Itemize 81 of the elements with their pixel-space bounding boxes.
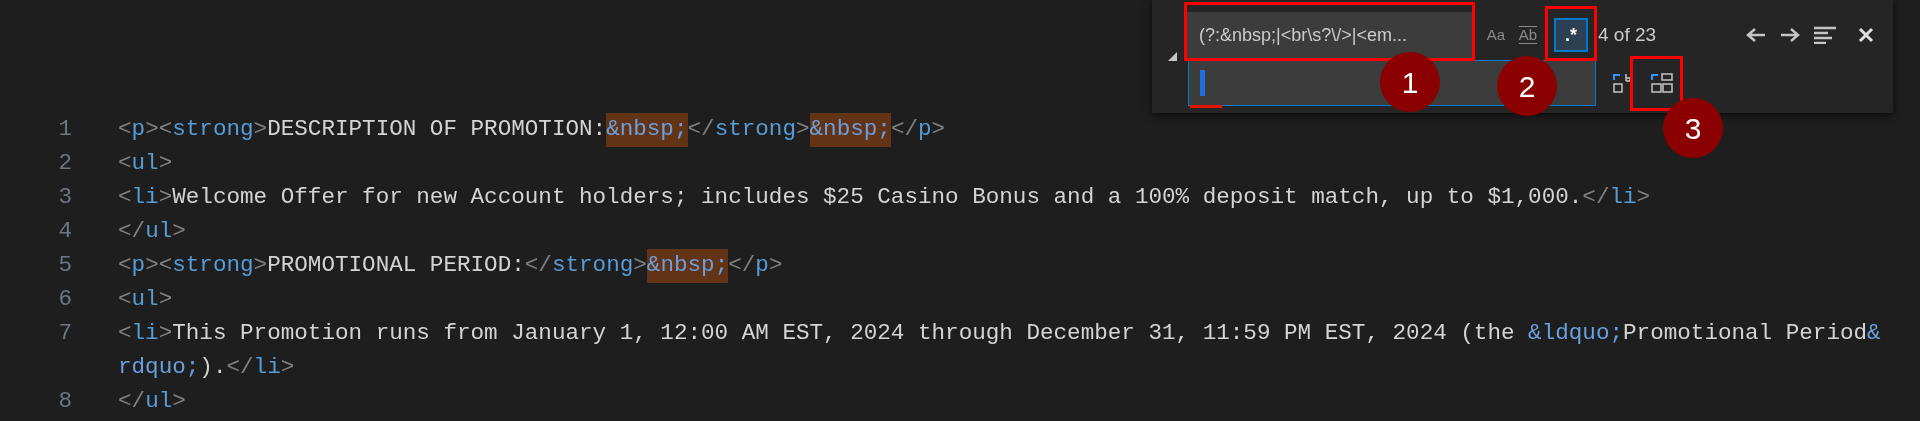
tag-bracket: </ — [1582, 183, 1610, 213]
line-number: 6 — [57, 285, 72, 315]
html-entity: rdquo; — [118, 353, 200, 383]
tag-bracket: > — [796, 115, 810, 145]
whole-word-toggle[interactable]: Ab — [1514, 22, 1542, 48]
result-count: 4 of 23 — [1598, 22, 1657, 47]
underline-mark — [1190, 105, 1222, 108]
code-text: ). — [199, 353, 227, 383]
line-number: 5 — [57, 251, 72, 281]
tag-name: ul — [145, 217, 173, 247]
tag-name: p — [131, 115, 146, 145]
tag-name: li — [131, 183, 159, 213]
tag-name: strong — [714, 115, 796, 145]
tag-name: p — [755, 251, 769, 281]
arrow-right-icon[interactable] — [1780, 27, 1801, 43]
tag-bracket: > — [158, 183, 173, 213]
tag-name: strong — [551, 251, 634, 281]
tag-bracket: </ — [118, 387, 146, 417]
tag-name: p — [131, 251, 146, 281]
tag-name: ul — [145, 387, 173, 417]
tag-name: strong — [172, 251, 254, 281]
code-text: PROMOTIONAL PERIOD: — [267, 251, 525, 281]
tag-bracket: > — [280, 353, 295, 383]
tag-bracket: > — [158, 319, 173, 349]
highlight-frame — [1545, 6, 1597, 61]
tag-name: li — [131, 319, 159, 349]
tag-bracket: < — [118, 285, 132, 315]
html-entity: & — [1867, 319, 1881, 349]
tag-name: li — [1609, 183, 1637, 213]
tag-bracket: </ — [687, 115, 715, 145]
arrow-left-icon[interactable] — [1746, 27, 1767, 43]
tag-bracket: > — [253, 251, 268, 281]
replace-all-icon[interactable] — [1650, 72, 1674, 94]
search-field[interactable]: (?:&nbsp;|<br\s?\/>|<em... — [1187, 12, 1474, 58]
html-entity: &ldquo; — [1528, 319, 1624, 349]
callout-number: 3 — [1663, 98, 1723, 158]
search-match-highlight: &nbsp; — [809, 113, 891, 147]
tag-name: strong — [172, 115, 254, 145]
tag-name: li — [253, 353, 281, 383]
tag-bracket: < — [118, 115, 132, 145]
code-text: This Promotion runs from January 1, 12:00 AM EST, 2024 through December 31, 11:59 PM EST, 2024 (the — [172, 319, 1516, 349]
close-icon[interactable] — [1858, 27, 1875, 43]
triangle-icon[interactable] — [1168, 52, 1177, 61]
line-number: 4 — [57, 217, 72, 247]
line-number: 1 — [57, 115, 72, 145]
tag-bracket: </ — [728, 251, 756, 281]
tag-bracket: < — [118, 251, 132, 281]
tag-bracket: > — [1636, 183, 1651, 213]
tag-bracket: > — [172, 217, 186, 247]
tag-bracket: > — [633, 251, 647, 281]
search-match-highlight: &nbsp; — [646, 249, 729, 283]
tag-bracket: </ — [890, 115, 919, 145]
tag-bracket: </ — [118, 217, 146, 247]
line-number: 3 — [57, 183, 72, 213]
tag-bracket: >< — [145, 251, 173, 281]
tag-bracket: > — [158, 285, 173, 315]
code-text: DESCRIPTION OF PROMOTION: — [267, 115, 607, 145]
tag-name: ul — [131, 149, 159, 179]
line-number: 2 — [57, 149, 72, 179]
tag-bracket: < — [118, 149, 132, 179]
tag-bracket: < — [118, 319, 132, 349]
tag-name: ul — [131, 285, 159, 315]
text-cursor — [1200, 70, 1205, 96]
tag-bracket: </ — [524, 251, 552, 281]
tag-bracket: > — [172, 387, 186, 417]
match-case-toggle[interactable]: Aa — [1482, 22, 1510, 48]
line-number: 7 — [57, 319, 72, 349]
search-match-highlight: &nbsp; — [606, 113, 688, 147]
code-text: Welcome Offer for new Account holders; includes $25 Casino Bonus and a 100% deposit match, up to $1,000. — [172, 183, 1583, 213]
tag-bracket: > — [768, 251, 783, 281]
code-text: Promotional Period — [1623, 319, 1868, 349]
lines-icon[interactable] — [1814, 26, 1837, 44]
tag-bracket: > — [253, 115, 268, 145]
tag-bracket: < — [118, 183, 132, 213]
regex-toggle[interactable]: .* — [1554, 18, 1588, 52]
tag-name: p — [918, 115, 932, 145]
tag-bracket: </ — [226, 353, 254, 383]
tag-bracket: > — [931, 115, 946, 145]
line-number: 8 — [57, 387, 72, 417]
tag-bracket: >< — [145, 115, 173, 145]
tag-bracket: > — [158, 149, 173, 179]
